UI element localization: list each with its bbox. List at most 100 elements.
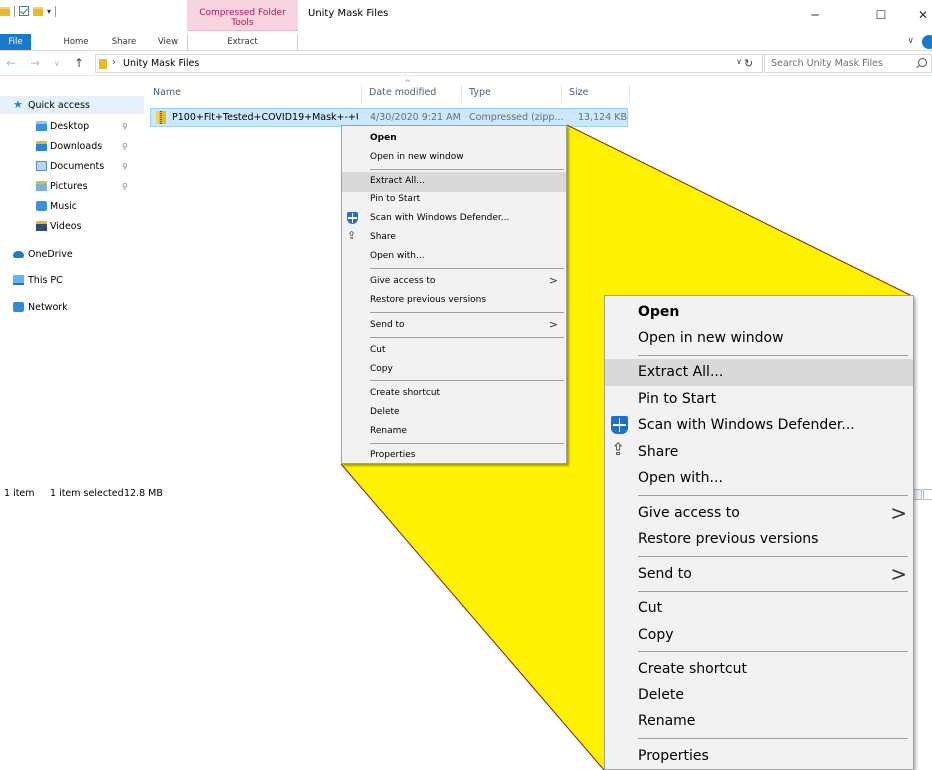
tab-view[interactable]: View (154, 34, 182, 50)
new-folder-icon[interactable] (33, 6, 43, 16)
nav-item-music[interactable]: Music (22, 197, 144, 215)
ribbon-tabs: File Home Share View Extract (0, 34, 932, 51)
column-header-type[interactable]: Type (469, 87, 491, 98)
nav-item-this-pc[interactable]: This PC (0, 271, 144, 289)
search-input[interactable] (771, 57, 911, 70)
pin-icon[interactable]: ⚲ (122, 162, 128, 171)
menu-item-create-shortcut[interactable]: Create shortcut (342, 384, 566, 404)
minimize-button[interactable]: ─ (792, 0, 838, 30)
menu-item-copy[interactable]: Copy (342, 360, 566, 380)
maximize-button[interactable]: ☐ (858, 0, 904, 30)
pin-icon[interactable]: ⚲ (122, 122, 128, 131)
menu-item-delete[interactable]: Delete (342, 403, 566, 423)
share-icon: ⇪ (347, 229, 357, 242)
menu-item-restore-previous-versions[interactable]: Restore previous versions (342, 291, 566, 311)
nav-item-network[interactable]: Network (0, 298, 144, 316)
column-header-name[interactable]: Name (153, 87, 181, 98)
submenu-arrow-icon: > (890, 501, 907, 525)
nav-item-label: Music (50, 200, 78, 212)
search-box[interactable] (764, 54, 932, 73)
pin-icon[interactable]: ⚲ (122, 142, 128, 151)
menu-item-open[interactable]: Open (342, 129, 566, 149)
menu-item-give-access-to[interactable]: Give access to > (605, 500, 913, 527)
menu-item-copy[interactable]: Copy (605, 622, 913, 649)
tab-file[interactable]: File (0, 34, 31, 50)
menu-item-scan-with-defender[interactable]: Scan with Windows Defender... (605, 412, 913, 439)
search-icon[interactable] (918, 58, 927, 67)
menu-item-give-access-to[interactable]: Give access to > (342, 272, 566, 292)
close-button[interactable]: ✕ (900, 0, 932, 30)
menu-item-scan-with-defender[interactable]: Scan with Windows Defender... (342, 209, 566, 229)
file-size: 13,124 KB (577, 112, 627, 123)
menu-separator (370, 312, 564, 313)
nav-item-onedrive[interactable]: OneDrive (0, 245, 144, 263)
menu-item-send-to[interactable]: Send to > (342, 316, 566, 336)
menu-item-delete[interactable]: Delete (605, 682, 913, 709)
menu-separator (638, 355, 908, 356)
network-icon (13, 302, 24, 312)
nav-item-label: Documents (50, 160, 105, 172)
refresh-icon[interactable]: ↻ (744, 57, 753, 70)
menu-item-pin-to-start[interactable]: Pin to Start (605, 386, 913, 413)
back-arrow-icon[interactable]: ← (6, 56, 16, 70)
menu-item-open-in-new-window[interactable]: Open in new window (342, 148, 566, 168)
menu-item-rename[interactable]: Rename (342, 422, 566, 442)
breadcrumb[interactable]: Unity Mask Files (123, 58, 199, 69)
documents-folder-icon (36, 161, 47, 171)
breadcrumb-chevron-icon[interactable]: › (112, 57, 116, 68)
zip-folder-icon (156, 111, 166, 124)
file-date-modified: 4/30/2020 9:21 AM (370, 112, 461, 123)
menu-item-properties[interactable]: Properties (342, 446, 566, 466)
callout-edge-bottom (340, 463, 605, 770)
menu-item-send-to[interactable]: Send to > (605, 561, 913, 588)
menu-item-share[interactable]: ⇪ Share (605, 439, 913, 466)
folder-icon (99, 59, 107, 69)
properties-checkbox-icon[interactable] (19, 6, 29, 16)
computer-icon (13, 275, 24, 285)
menu-item-open[interactable]: Open (605, 299, 913, 326)
pin-icon[interactable]: ⚲ (122, 182, 128, 191)
large-icons-view-button[interactable] (923, 489, 932, 500)
up-arrow-icon[interactable]: ↑ (74, 56, 84, 70)
nav-item-downloads[interactable]: Downloads ⚲ (22, 137, 144, 155)
menu-item-rename[interactable]: Rename (605, 708, 913, 735)
column-divider[interactable] (561, 85, 562, 103)
column-divider[interactable] (361, 85, 362, 103)
menu-item-open-with[interactable]: Open with... (342, 247, 566, 267)
menu-item-restore-previous-versions[interactable]: Restore previous versions (605, 526, 913, 553)
menu-item-cut[interactable]: Cut (342, 341, 566, 361)
menu-item-extract-all[interactable]: Extract All... (342, 172, 566, 192)
nav-item-quick-access[interactable]: ★ Quick access (0, 96, 144, 114)
column-header-size[interactable]: Size (569, 87, 589, 98)
windows-defender-icon (347, 212, 358, 224)
quick-access-toolbar: ▾ (0, 4, 57, 18)
column-divider[interactable] (461, 85, 462, 103)
menu-item-open-in-new-window[interactable]: Open in new window (605, 325, 913, 352)
nav-item-desktop[interactable]: Desktop ⚲ (22, 117, 144, 135)
address-dropdown-icon[interactable]: ∨ (736, 57, 742, 66)
recent-locations-icon[interactable]: ∨ (54, 59, 60, 68)
help-icon[interactable] (922, 35, 932, 49)
menu-item-cut[interactable]: Cut (605, 595, 913, 622)
menu-item-pin-to-start[interactable]: Pin to Start (342, 190, 566, 210)
menu-item-extract-all[interactable]: Extract All... (605, 359, 913, 386)
menu-item-properties[interactable]: Properties (605, 743, 913, 770)
downloads-folder-icon (36, 141, 47, 151)
menu-item-create-shortcut[interactable]: Create shortcut (605, 656, 913, 683)
nav-item-videos[interactable]: Videos (22, 217, 144, 235)
address-bar[interactable]: › Unity Mask Files ∨ (95, 54, 763, 73)
nav-item-pictures[interactable]: Pictures ⚲ (22, 177, 144, 195)
menu-item-open-with[interactable]: Open with... (605, 465, 913, 492)
nav-item-documents[interactable]: Documents ⚲ (22, 157, 144, 175)
nav-item-label: Videos (50, 220, 82, 232)
menu-separator (638, 495, 908, 496)
customize-toolbar-dropdown-icon[interactable]: ▾ (47, 7, 51, 16)
column-divider[interactable] (629, 85, 630, 103)
forward-arrow-icon[interactable]: → (30, 56, 40, 70)
column-header-date-modified[interactable]: Date modified (369, 87, 436, 98)
tab-share[interactable]: Share (107, 34, 141, 50)
menu-item-share[interactable]: ⇪ Share (342, 228, 566, 248)
tab-extract[interactable]: Extract (187, 34, 298, 50)
expand-ribbon-icon[interactable]: ∨ (907, 36, 914, 46)
tab-home[interactable]: Home (58, 34, 94, 50)
